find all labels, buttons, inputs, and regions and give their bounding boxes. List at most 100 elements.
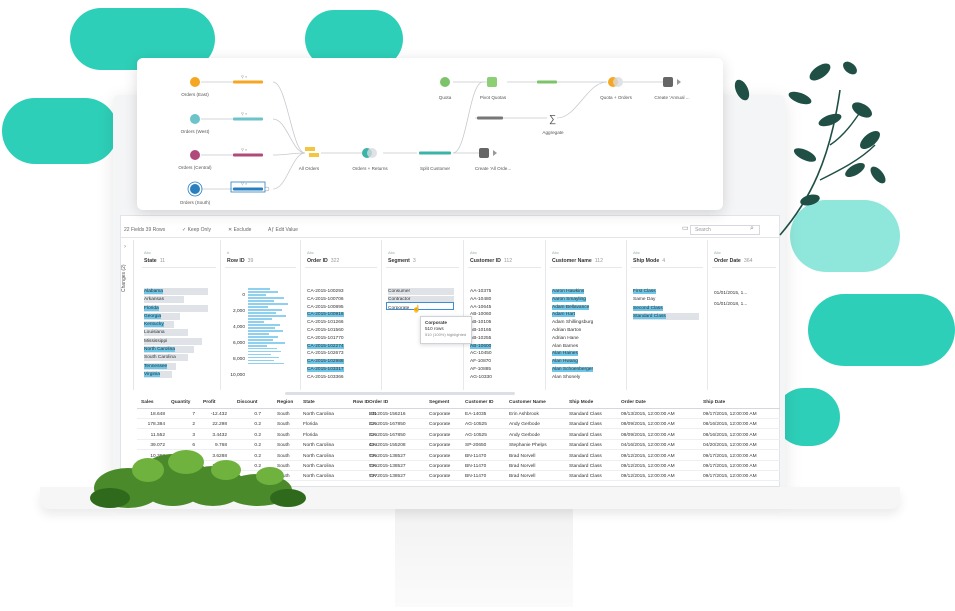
histogram-bar[interactable]: [248, 356, 279, 359]
profile-value[interactable]: Florida: [144, 304, 208, 313]
profile-value[interactable]: Alan Hwang: [552, 358, 593, 366]
profile-card-customer-id[interactable]: Abc Customer ID 112 AA-10375 AA-10480 AA-10…: [464, 240, 546, 390]
profile-value[interactable]: Alan Barnes: [552, 343, 593, 351]
profile-value[interactable]: Aaron Smayling: [552, 296, 593, 304]
column-header[interactable]: State: [303, 400, 315, 405]
profile-value[interactable]: South Carolina: [144, 354, 188, 362]
table-row[interactable]: 18.648 7 -12.432 0.7 South North Carolina 231 U…: [137, 410, 780, 419]
profile-value[interactable]: Alabama: [144, 288, 208, 296]
profile-value[interactable]: 01/01/2015, 1...: [714, 288, 747, 299]
profile-value[interactable]: CA-2015-102988: [307, 358, 344, 366]
table-row[interactable]: 11.552 3 3.4432 0.2 South Florida 316 CA-2015-1…: [137, 431, 780, 440]
chevron-right-icon[interactable]: ›: [124, 244, 126, 250]
profile-value[interactable]: AF-10870: [470, 358, 492, 366]
profile-value[interactable]: AC-10450: [470, 350, 492, 358]
column-header[interactable]: Order ID: [369, 400, 388, 405]
profile-value[interactable]: Alan Schoenberger: [552, 366, 594, 374]
histogram-bar[interactable]: [248, 353, 271, 356]
histogram-bar[interactable]: [248, 293, 266, 296]
profile-value[interactable]: CA-2015-102274: [307, 343, 344, 351]
profile-value[interactable]: Virginia: [144, 370, 176, 379]
profile-card-row-id[interactable]: # Row ID 39 0 2,000 4,000 6,000 8,000 10,000: [221, 240, 301, 390]
histogram-bar[interactable]: [248, 314, 286, 317]
horizontal-scrollbar[interactable]: [285, 392, 515, 395]
profile-value[interactable]: Second Class: [633, 305, 666, 313]
histogram-bar[interactable]: [248, 344, 267, 347]
column-header[interactable]: Ship Date: [703, 400, 725, 405]
profile-card-customer-name[interactable]: Abc Customer Name 112 Aaron Hawkins Aaron …: [546, 240, 627, 390]
profile-value[interactable]: Aaron Hawkins: [552, 288, 593, 296]
histogram-bar[interactable]: [248, 311, 276, 314]
profile-value[interactable]: AA-10480: [470, 296, 492, 304]
profile-card-segment[interactable]: Abc Segment 3 Consumer Contractor Corporate: [382, 240, 464, 390]
profile-value[interactable]: CA-2015-101560: [307, 327, 344, 335]
profile-value[interactable]: Mississippi: [144, 337, 202, 346]
histogram-bar[interactable]: [248, 347, 277, 350]
column-header[interactable]: Quantity: [171, 400, 190, 405]
histogram-bar[interactable]: [248, 338, 273, 341]
profile-value[interactable]: CA-2015-100706: [307, 296, 344, 304]
histogram-bar[interactable]: [248, 320, 264, 323]
column-header[interactable]: Sales: [141, 400, 154, 405]
column-header[interactable]: Order Date: [621, 400, 646, 405]
histogram-bar[interactable]: [248, 288, 270, 290]
profile-value[interactable]: Tennessee: [144, 362, 176, 371]
profile-value[interactable]: Arkansas: [144, 296, 184, 304]
column-header[interactable]: Row ID: [353, 400, 369, 405]
profile-card-order-date[interactable]: Abc Order Date 364 01/01/2015, 1... 01/01/…: [708, 240, 780, 390]
column-header[interactable]: Segment: [429, 400, 449, 405]
histogram-bar[interactable]: [248, 296, 284, 299]
profile-value[interactable]: AB-10600: [470, 343, 492, 351]
histogram-bar[interactable]: [248, 290, 278, 293]
profile-value[interactable]: AB-10105: [470, 319, 492, 327]
column-header[interactable]: Customer Name: [509, 400, 546, 405]
profile-value[interactable]: Alan Shonely: [552, 374, 593, 382]
profile-card-ship-mode[interactable]: Abc Ship Mode 4 First Class Same Day Second…: [627, 240, 708, 390]
profile-value[interactable]: Same Day: [633, 296, 666, 304]
column-header[interactable]: Profit: [203, 400, 216, 405]
edit-value-button[interactable]: Aƒ Edit Value: [268, 227, 298, 233]
profile-value[interactable]: Adrian Barton: [552, 327, 593, 335]
profile-value[interactable]: AF-10885: [470, 366, 492, 374]
profile-value[interactable]: Adam Hart: [552, 311, 593, 319]
profile-value[interactable]: CA-2015-100916: [307, 311, 344, 319]
histogram-bar[interactable]: [248, 305, 268, 308]
column-header[interactable]: Ship Mode: [569, 400, 593, 405]
search-icon[interactable]: ⌕: [750, 225, 754, 233]
column-header[interactable]: Region: [277, 400, 293, 405]
histogram-bar[interactable]: [248, 323, 280, 326]
profile-value[interactable]: AA-10645: [470, 304, 492, 312]
profile-value[interactable]: AB-10060: [470, 311, 492, 319]
profile-value[interactable]: Alan Haines: [552, 350, 593, 358]
column-header[interactable]: Discount: [237, 400, 258, 405]
profile-value[interactable]: AA-10375: [470, 288, 492, 296]
profile-value[interactable]: AG-10330: [470, 374, 492, 382]
profile-value[interactable]: CA-2015-100895: [307, 304, 344, 312]
profile-value[interactable]: North Carolina: [144, 346, 194, 354]
table-row[interactable]: 178.384 2 22.298 0.2 South Florida 315 CA-2015-…: [137, 420, 780, 430]
profile-card-order-id[interactable]: Abc Order ID 322 CA-2015-100293 CA-2015-10…: [301, 240, 382, 390]
histogram-bar[interactable]: [248, 329, 283, 332]
profile-value[interactable]: 01/01/2018, 1...: [714, 299, 747, 310]
exclude-button[interactable]: ✕ Exclude: [228, 227, 251, 233]
profile-value[interactable]: Standard Class: [633, 312, 699, 321]
histogram-bar[interactable]: [248, 317, 272, 320]
profile-value[interactable]: Adrian Hane: [552, 335, 593, 343]
profile-value[interactable]: Louisiana: [144, 329, 188, 337]
keep-only-button[interactable]: ✓ Keep Only: [182, 227, 211, 233]
profile-value[interactable]: Adam Bellavance: [552, 304, 593, 312]
profile-value[interactable]: CA-2015-100293: [307, 288, 344, 296]
histogram-bar[interactable]: [248, 299, 274, 302]
histogram-bar[interactable]: [248, 326, 275, 329]
histogram-bar[interactable]: [248, 302, 288, 305]
profile-value[interactable]: CA-2015-103317: [307, 366, 344, 374]
histogram-bar[interactable]: [248, 335, 278, 338]
histogram-bar[interactable]: [248, 350, 281, 353]
profile-card-state[interactable]: Abc State 11 Alabama Arkansas Florida Georgi…: [138, 240, 221, 390]
histogram-bar[interactable]: [248, 362, 284, 365]
histogram-bar[interactable]: [248, 341, 285, 344]
profile-value[interactable]: Adam Shillingsburg: [552, 319, 593, 327]
profile-value[interactable]: Georgia: [144, 312, 180, 321]
profile-value[interactable]: First Class: [633, 288, 666, 296]
profile-value[interactable]: CA-2015-101266: [307, 319, 344, 327]
